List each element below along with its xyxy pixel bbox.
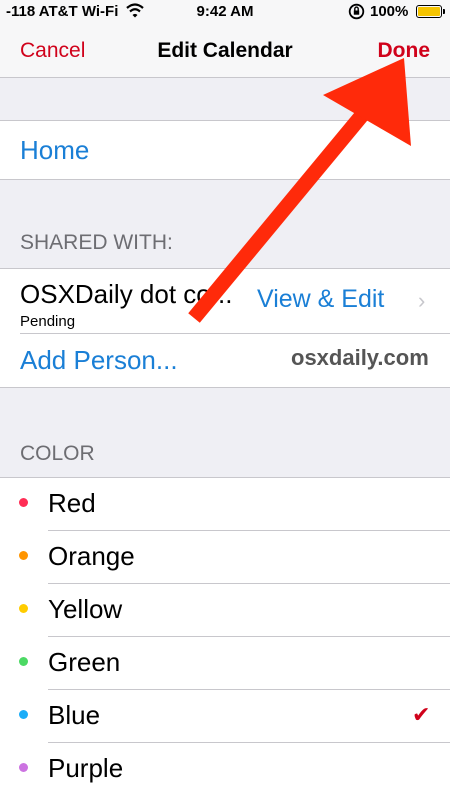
- orientation-lock-icon: [348, 3, 365, 24]
- color-label: Purple: [48, 753, 124, 783]
- done-button[interactable]: Done: [378, 39, 431, 63]
- color-dot-icon: [19, 604, 28, 613]
- person-status: Pending: [20, 313, 76, 330]
- color-header: COLOR: [20, 442, 95, 465]
- shared-with-section: OSXDaily dot co... Pending View & Edit ›…: [0, 268, 450, 388]
- color-option-blue[interactable]: Blue ✔: [0, 690, 450, 743]
- color-label: Red: [48, 488, 96, 518]
- chevron-right-icon: ›: [418, 288, 426, 313]
- color-dot-icon: [19, 710, 28, 719]
- battery-tip: [443, 9, 445, 14]
- calendar-name-cell[interactable]: Home: [0, 120, 450, 180]
- watermark-text: osxdaily.com: [291, 345, 429, 370]
- add-person-button[interactable]: Add Person...: [20, 345, 178, 376]
- access-level: View & Edit: [257, 285, 385, 313]
- color-option-orange[interactable]: Orange: [0, 531, 450, 584]
- person-name: OSXDaily dot co...: [20, 279, 233, 309]
- color-dot-icon: [19, 551, 28, 560]
- color-label: Yellow: [48, 594, 123, 624]
- calendar-name-field[interactable]: Home: [20, 135, 89, 166]
- battery-icon: [416, 5, 442, 18]
- shared-person-row[interactable]: OSXDaily dot co... Pending View & Edit ›: [0, 269, 450, 333]
- navigation-bar: Cancel Edit Calendar Done: [0, 24, 450, 78]
- color-list: Red Orange Yellow Green Blue ✔ Purple: [0, 477, 450, 800]
- color-label: Orange: [48, 541, 135, 571]
- color-option-red[interactable]: Red: [0, 478, 450, 531]
- color-label: Green: [48, 647, 121, 677]
- color-option-yellow[interactable]: Yellow: [0, 584, 450, 637]
- color-dot-icon: [19, 657, 28, 666]
- status-bar: -118 AT&T Wi-Fi 9:42 AM 100%: [0, 0, 450, 24]
- checkmark-icon: ✔: [412, 702, 431, 727]
- battery-percentage: 100%: [370, 3, 409, 20]
- color-option-green[interactable]: Green: [0, 637, 450, 690]
- color-label: Blue: [48, 700, 101, 730]
- color-dot-icon: [19, 763, 28, 772]
- shared-with-header: SHARED WITH:: [20, 231, 173, 254]
- divider: [20, 333, 450, 334]
- color-dot-icon: [19, 498, 28, 507]
- color-option-purple[interactable]: Purple: [0, 743, 450, 796]
